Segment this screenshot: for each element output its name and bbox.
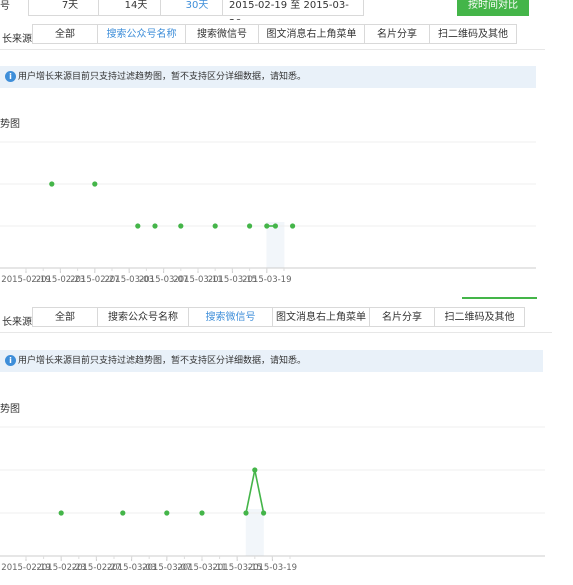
trend-chart-1: 2015-02-192015-02-232015-02-272015-03-03…: [0, 141, 536, 285]
series-segment: [245, 469, 256, 514]
section-title: 势图: [0, 119, 20, 130]
date-range-picker[interactable]: 2015-02-19 至 2015-03-20: [222, 0, 364, 20]
data-point: [49, 181, 55, 187]
info-notice: i 用户增长来源目前只支持过滤趋势图，暂不支持区分详细数据，请知悉。: [0, 66, 536, 88]
notice-text: 用户增长来源目前只支持过滤趋势图，暂不支持区分详细数据，请知悉。: [18, 72, 307, 82]
x-tick-label: 2015-03-19: [248, 563, 297, 573]
data-point: [135, 223, 141, 229]
data-point: [164, 510, 170, 516]
compare-button[interactable]: 按时间对比: [457, 0, 529, 16]
tab-all[interactable]: 全部: [32, 307, 98, 327]
divider: [0, 332, 552, 333]
data-point: [58, 510, 64, 516]
tab-qrcode-other[interactable]: 扫二维码及其他: [429, 24, 517, 44]
divider: [0, 49, 545, 50]
data-point: [92, 181, 98, 187]
toolbar-label: 号: [0, 1, 10, 12]
series-segment: [254, 469, 265, 514]
data-point: [272, 223, 278, 229]
row-label: 长来源: [2, 317, 32, 328]
info-notice: i 用户增长来源目前只支持过滤趋势图，暂不支持区分详细数据，请知悉。: [0, 350, 543, 372]
tab-search-wechat-id[interactable]: 搜索微信号: [185, 24, 259, 44]
hover-band: [266, 222, 285, 268]
data-point: [212, 223, 218, 229]
x-tick-label: 2015-03-19: [242, 275, 291, 285]
data-point: [152, 223, 158, 229]
data-point: [199, 510, 205, 516]
data-point: [252, 467, 258, 473]
tab-search-wechat-id[interactable]: 搜索微信号: [188, 307, 273, 327]
tab-card-share[interactable]: 名片分享: [364, 24, 430, 44]
tab-search-name[interactable]: 搜索公众号名称: [97, 24, 186, 44]
section-title: 势图: [0, 404, 20, 415]
data-point: [120, 510, 126, 516]
top-toolbar-fragment: 号 7天 14天 30天 2015-02-19 至 2015-03-20 按时间…: [0, 0, 573, 20]
data-point: [247, 223, 253, 229]
source-tabs-row: 长来源 全部 搜索公众号名称 搜索微信号 图文消息右上角菜单 名片分享 扫二维码…: [0, 24, 545, 48]
tab-card-share[interactable]: 名片分享: [369, 307, 435, 327]
row-label: 长来源: [2, 34, 32, 45]
notice-text: 用户增长来源目前只支持过滤趋势图，暂不支持区分详细数据，请知悉。: [18, 356, 307, 366]
tab-article-menu[interactable]: 图文消息右上角菜单: [258, 24, 365, 44]
tab-qrcode-other[interactable]: 扫二维码及其他: [434, 307, 525, 327]
hover-band: [245, 509, 264, 556]
info-icon: i: [5, 355, 16, 366]
info-icon: i: [5, 71, 16, 82]
tab-all[interactable]: 全部: [32, 24, 98, 44]
data-point: [290, 223, 296, 229]
data-point: [264, 223, 270, 229]
data-point: [178, 223, 184, 229]
trend-chart-2: 2015-02-192015-02-232015-02-272015-03-03…: [0, 426, 545, 573]
tab-article-menu[interactable]: 图文消息右上角菜单: [272, 307, 370, 327]
source-tabs-row: 长来源 全部 搜索公众号名称 搜索微信号 图文消息右上角菜单 名片分享 扫二维码…: [0, 307, 552, 331]
active-indicator-bar: [462, 297, 537, 299]
data-point: [243, 510, 249, 516]
data-point: [261, 510, 267, 516]
tab-search-name[interactable]: 搜索公众号名称: [97, 307, 189, 327]
